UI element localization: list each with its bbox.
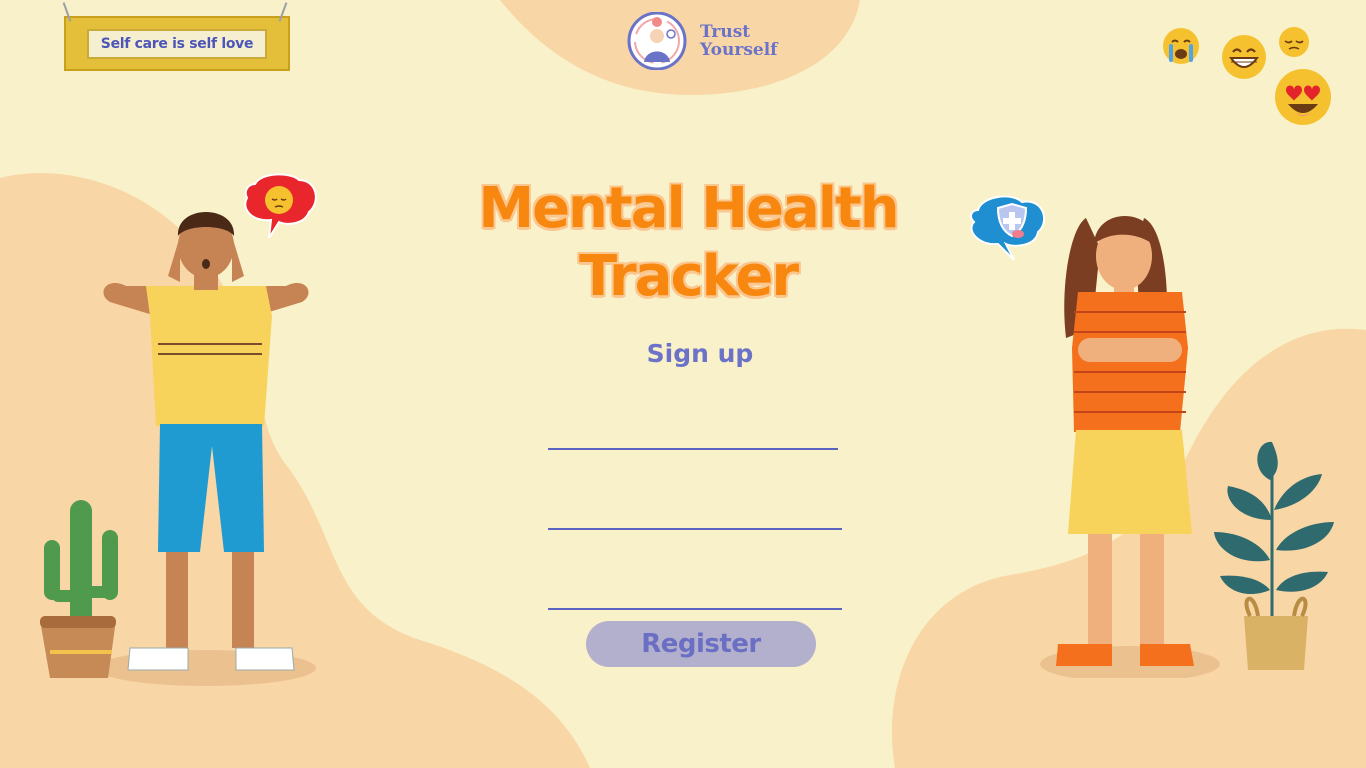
sign-text: Self care is self love: [100, 36, 254, 52]
signup-field-2[interactable]: [548, 498, 842, 530]
sign-plate: Self care is self love: [87, 29, 267, 59]
app-logo[interactable]: Trust Yourself: [626, 12, 777, 70]
potted-plant-icon: [1214, 441, 1334, 670]
signup-heading: Sign up: [646, 339, 754, 368]
hanging-sign: Self care is self love: [62, 2, 290, 71]
signup-field-1[interactable]: [548, 418, 838, 450]
signup-field-3[interactable]: [548, 578, 842, 610]
heart-eyes-emoji-icon: [1275, 69, 1331, 125]
cactus-plant-icon: [40, 500, 118, 678]
app-title-line2: Tracker: [579, 244, 799, 309]
pensive-emoji-icon: [1279, 27, 1309, 57]
logo-line1: Trust: [700, 22, 751, 42]
grinning-emoji-icon: [1222, 35, 1266, 79]
crying-emoji-icon: [1163, 28, 1199, 64]
register-button[interactable]: Register: [586, 621, 816, 667]
app-title-line1: Mental Health: [478, 176, 899, 241]
trust-yourself-logo-icon: [627, 12, 687, 70]
logo-line2: Yourself: [700, 40, 778, 60]
